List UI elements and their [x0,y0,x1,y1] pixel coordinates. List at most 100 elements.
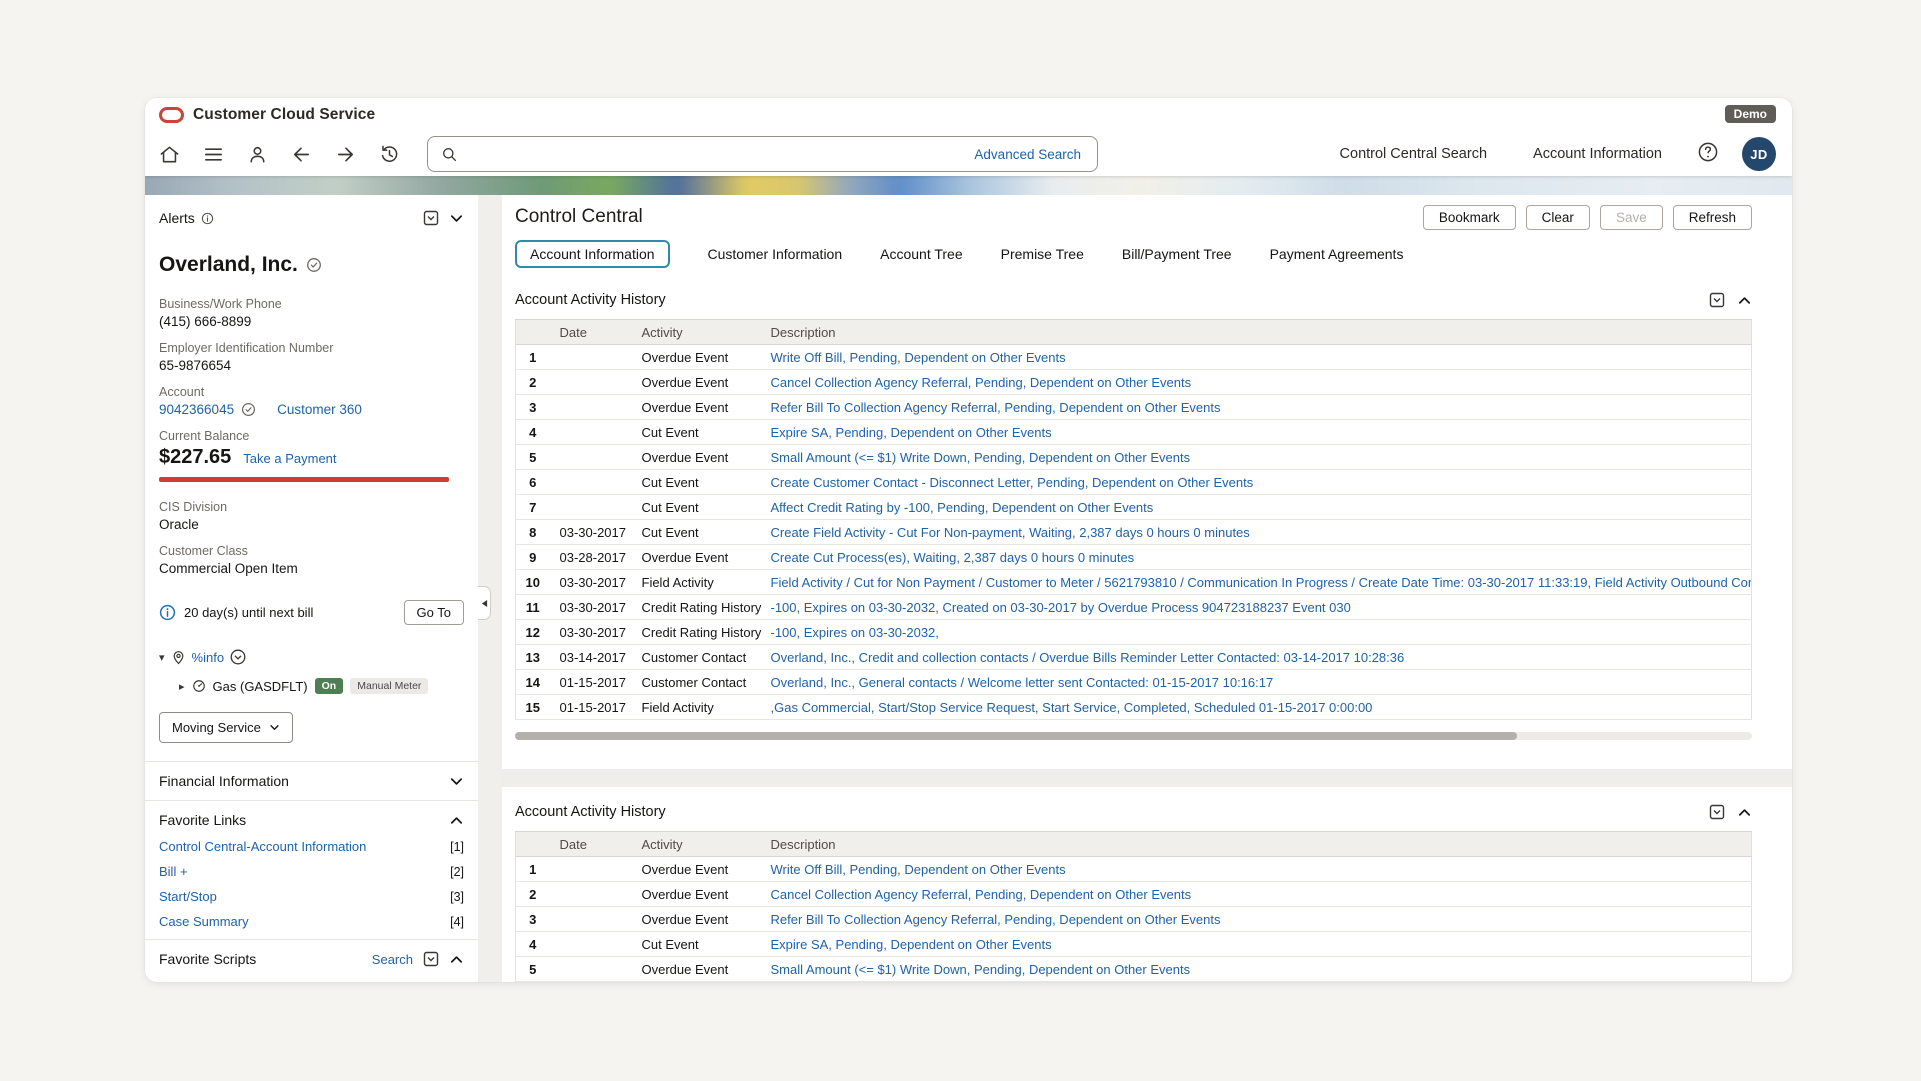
favorite-link[interactable]: Case Summary [159,914,249,929]
contact-icon[interactable] [241,138,273,170]
panel-actions-icon[interactable] [423,951,439,967]
cell-date: 01-15-2017 [550,670,632,695]
balance-value: $227.65 [159,446,231,469]
chevron-up-icon[interactable] [449,952,464,967]
row-number: 6 [516,470,550,495]
description-link[interactable]: Create Field Activity - Cut For Non-paym… [771,525,1250,540]
description-link[interactable]: Small Amount (<= $1) Write Down, Pending… [771,450,1191,465]
description-link[interactable]: Create Customer Contact - Disconnect Let… [771,475,1254,490]
scrollbar-thumb[interactable] [515,732,1517,740]
cell-description: Small Amount (<= $1) Write Down, Pending… [761,957,1752,982]
description-link[interactable]: Refer Bill To Collection Agency Referral… [771,912,1221,927]
account-information-link[interactable]: Account Information [1533,146,1662,162]
history-icon[interactable] [373,138,405,170]
account-label: Account [159,385,464,399]
description-link[interactable]: Expire SA, Pending, Dependent on Other E… [771,937,1052,952]
cell-activity: Overdue Event [632,957,761,982]
description-link[interactable]: -100, Expires on 03-30-2032, [771,625,939,640]
description-link[interactable]: Write Off Bill, Pending, Dependent on Ot… [771,350,1066,365]
moving-service-button[interactable]: Moving Service [159,712,293,743]
description-link[interactable]: Small Amount (<= $1) Write Down, Pending… [771,962,1191,977]
row-number: 7 [516,495,550,520]
cell-activity: Overdue Event [632,907,761,932]
horizontal-scrollbar[interactable] [515,732,1752,740]
collapse-section-icon[interactable] [1737,293,1752,308]
description-link[interactable]: Affect Credit Rating by -100, Pending, D… [771,500,1154,515]
tab-premise-tree[interactable]: Premise Tree [1001,246,1084,262]
forward-arrow-icon[interactable] [329,138,361,170]
description-link[interactable]: Overland, Inc., Credit and collection co… [771,650,1405,665]
column-header-rownum [516,832,550,857]
account-number-link[interactable]: 9042366045 [159,402,234,417]
clear-button[interactable]: Clear [1526,205,1590,230]
bookmark-button[interactable]: Bookmark [1423,205,1516,230]
sidebar-collapse-handle[interactable] [478,586,491,620]
chevron-down-icon[interactable] [449,211,464,226]
cell-date [550,445,632,470]
cell-date: 03-30-2017 [550,620,632,645]
home-icon[interactable] [153,138,185,170]
row-number: 4 [516,932,550,957]
control-central-search-link[interactable]: Control Central Search [1340,146,1488,162]
avatar[interactable]: JD [1742,137,1776,171]
collapse-section-icon[interactable] [1737,805,1752,820]
cell-description: Write Off Bill, Pending, Dependent on Ot… [761,345,1752,370]
take-a-payment-link[interactable]: Take a Payment [243,451,336,466]
tab-account-tree[interactable]: Account Tree [880,246,963,262]
tab-payment-agreements[interactable]: Payment Agreements [1270,246,1404,262]
save-button[interactable]: Save [1600,205,1663,230]
description-link[interactable]: -100, Expires on 03-30-2032, Created on … [771,600,1351,615]
section-title: Account Activity History [515,804,666,820]
panel-actions-icon[interactable] [423,210,439,226]
description-link[interactable]: Cancel Collection Agency Referral, Pendi… [771,375,1192,390]
description-link[interactable]: Create Cut Process(es), Waiting, 2,387 d… [771,550,1135,565]
description-link[interactable]: Cancel Collection Agency Referral, Pendi… [771,887,1192,902]
description-link[interactable]: Overland, Inc., General contacts / Welco… [771,675,1274,690]
description-link[interactable]: ,Gas Commercial, Start/Stop Service Requ… [771,700,1373,715]
tab-customer-information[interactable]: Customer Information [708,246,843,262]
cell-description: Overland, Inc., General contacts / Welco… [761,670,1752,695]
cell-activity: Overdue Event [632,882,761,907]
tab-account-information[interactable]: Account Information [515,240,670,268]
favorite-links-section[interactable]: Favorite Links [159,801,464,839]
financial-information-section[interactable]: Financial Information [159,762,464,800]
favorite-link[interactable]: Bill + [159,864,188,879]
description-link[interactable]: Field Activity / Cut for Non Payment / C… [771,575,1752,590]
search-input[interactable] [467,146,974,162]
menu-icon[interactable] [197,138,229,170]
description-link[interactable]: Refer Bill To Collection Agency Referral… [771,400,1221,415]
account-activity-table: Date Activity Description 1Overdue Event… [515,319,1752,720]
cell-date [550,345,632,370]
favorite-link-index: [1] [450,840,464,854]
chevron-down-icon[interactable] [449,774,464,789]
circled-chevron-icon[interactable] [230,649,246,665]
help-icon[interactable] [1696,140,1720,169]
panel-actions-icon[interactable] [1709,804,1725,820]
favorite-link[interactable]: Control Central-Account Information [159,839,366,854]
back-arrow-icon[interactable] [285,138,317,170]
go-to-button[interactable]: Go To [404,600,464,625]
cell-description: Write Off Bill, Pending, Dependent on Ot… [761,857,1752,882]
tree-expand-toggle[interactable]: ▸ [179,680,185,693]
table-row: 4Cut EventExpire SA, Pending, Dependent … [516,420,1752,445]
advanced-search-link[interactable]: Advanced Search [974,147,1081,162]
sidebar: Alerts Overland, Inc. Business/Work Phon… [145,195,478,982]
chevron-up-icon[interactable] [449,813,464,828]
tab-bill-payment-tree[interactable]: Bill/Payment Tree [1122,246,1232,262]
panel-actions-icon[interactable] [1709,292,1725,308]
scripts-search-link[interactable]: Search [372,952,413,967]
favorite-link[interactable]: Start/Stop [159,889,217,904]
favorite-scripts-section[interactable]: Favorite Scripts Search [159,940,464,978]
tree-collapse-toggle[interactable]: ▾ [159,651,165,664]
customer-360-link[interactable]: Customer 360 [277,402,362,417]
description-link[interactable]: Write Off Bill, Pending, Dependent on Ot… [771,862,1066,877]
demo-badge: Demo [1725,105,1776,123]
account-activity-table: Date Activity Description 1Overdue Event… [515,831,1752,982]
table-row: 5Overdue EventSmall Amount (<= $1) Write… [516,445,1752,470]
premise-link[interactable]: %info [192,650,225,665]
description-link[interactable]: Expire SA, Pending, Dependent on Other E… [771,425,1052,440]
refresh-button[interactable]: Refresh [1673,205,1752,230]
search-bar[interactable]: Advanced Search [427,136,1098,172]
cell-date [550,495,632,520]
table-header-row: Date Activity Description [516,320,1752,345]
